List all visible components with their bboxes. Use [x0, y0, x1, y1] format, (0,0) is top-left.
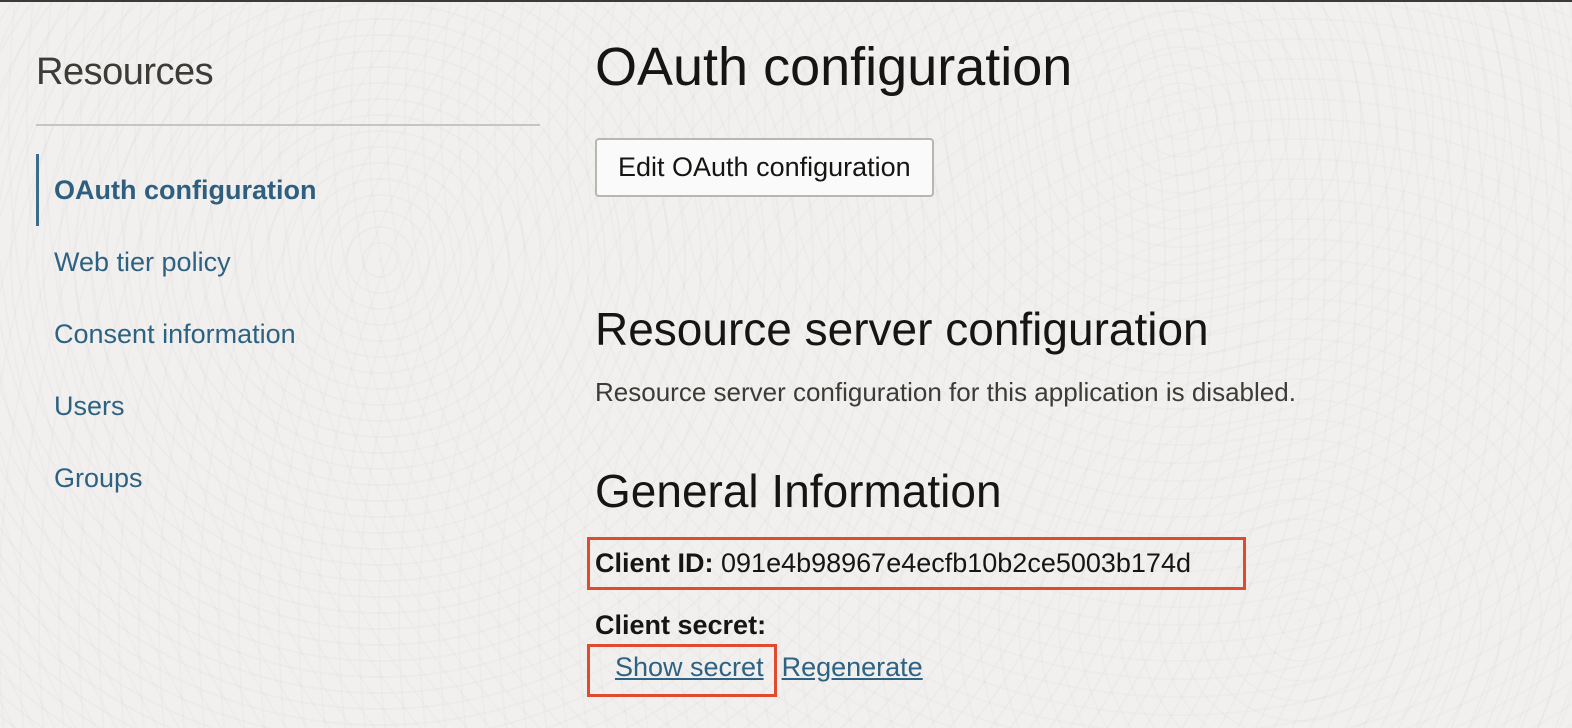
resource-server-description: Resource server configuration for this a…: [595, 377, 1296, 407]
general-information-title: General Information: [595, 465, 1002, 517]
resources-sidebar: Resources OAuth configuration Web tier p…: [36, 48, 540, 514]
sidebar-item-oauth-configuration[interactable]: OAuth configuration: [36, 154, 540, 226]
regenerate-link[interactable]: Regenerate: [782, 652, 923, 682]
client-id-highlight-box: [587, 537, 1246, 590]
sidebar-item-consent-information[interactable]: Consent information: [36, 298, 540, 370]
sidebar-title: Resources: [36, 51, 214, 93]
page-title: OAuth configuration: [595, 37, 1073, 97]
sidebar-nav: OAuth configuration Web tier policy Cons…: [36, 154, 540, 514]
edit-oauth-configuration-button[interactable]: Edit OAuth configuration: [595, 138, 934, 197]
sidebar-item-web-tier-policy[interactable]: Web tier policy: [36, 226, 540, 298]
show-secret-highlight-box: [587, 644, 777, 697]
sidebar-item-groups[interactable]: Groups: [36, 442, 540, 514]
sidebar-divider: [36, 124, 540, 126]
client-secret-label: Client secret:: [595, 610, 767, 640]
top-border: [0, 0, 1572, 2]
sidebar-item-users[interactable]: Users: [36, 370, 540, 442]
resource-server-title: Resource server configuration: [595, 303, 1209, 355]
